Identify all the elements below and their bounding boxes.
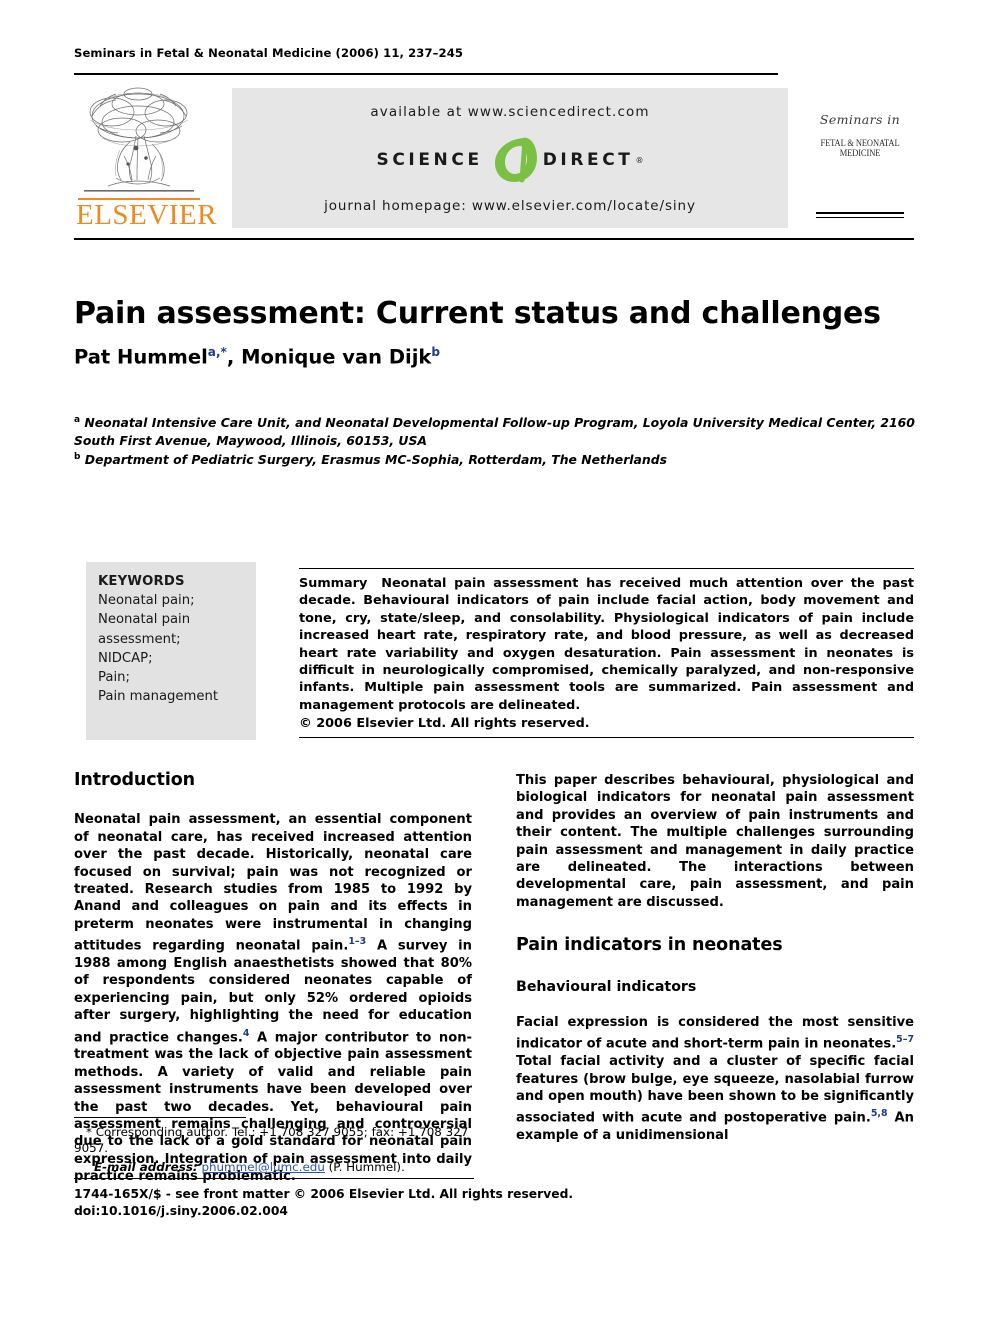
section-heading-pain-indicators: Pain indicators in neonates: [516, 935, 783, 956]
keyword-item: Pain;: [98, 670, 130, 686]
corresponding-author-note: * Corresponding author. Tel.: +1 708 327…: [74, 1125, 469, 1156]
affiliations: a Neonatal Intensive Care Unit, and Neon…: [74, 412, 934, 469]
bottom-rule: [74, 1178, 474, 1179]
keywords-heading: KEYWORDS: [98, 574, 185, 589]
front-matter-line: 1744-165X/$ - see front matter © 2006 El…: [74, 1187, 574, 1201]
keyword-item: Neonatal pain: [98, 612, 191, 628]
body-column-right: This paper describes behavioural, physio…: [516, 772, 914, 1145]
logo-direct-text: DIRECT: [542, 150, 634, 170]
affiliation-text-a: Neonatal Intensive Care Unit, and Neonat…: [74, 415, 915, 448]
available-at-text: available at www.sciencedirect.com: [370, 104, 650, 120]
footnote-rule: [74, 1117, 246, 1118]
cover-journal-title: FETAL & NEONATAL MEDICINE: [820, 138, 900, 158]
page-title: Pain assessment: Current status and chal…: [74, 296, 881, 332]
affiliation-mark-a: a: [74, 415, 81, 425]
elsevier-wordmark: ELSEVIER: [76, 199, 217, 231]
elsevier-tree-icon: [84, 87, 194, 192]
elsevier-logo: ELSEVIER: [74, 86, 217, 232]
journal-homepage-text: journal homepage: www.elsevier.com/locat…: [324, 198, 696, 214]
author-name-2: Monique van Dijk: [241, 345, 432, 369]
citation-ref: 1–3: [348, 936, 367, 948]
intro-paragraph-2: This paper describes behavioural, physio…: [516, 773, 914, 910]
cover-rule-upper: [816, 212, 904, 214]
keyword-item: Pain management: [98, 689, 218, 705]
journal-cover-thumbnail: Seminars in FETAL & NEONATAL MEDICINE: [804, 94, 916, 226]
running-head: Seminars in Fetal & Neonatal Medicine (2…: [74, 46, 464, 60]
header-rule: [74, 73, 778, 75]
author-name-1: Pat Hummel: [74, 345, 208, 369]
citation-ref: 5,8: [870, 1108, 888, 1120]
logo-science-text: SCIENCE: [376, 150, 483, 170]
email-note: E-mail address: phummel@lumc.edu (P. Hum…: [74, 1159, 474, 1175]
subsection-heading-behavioural: Behavioural indicators: [516, 978, 697, 995]
footnote-block: * Corresponding author. Tel.: +1 708 327…: [74, 1124, 474, 1175]
sciencedirect-logo: SCIENCE DIRECT ®: [232, 136, 788, 184]
abstract: Summary Neonatal pain assessment has rece…: [299, 575, 914, 733]
affiliation-text-b: Department of Pediatric Surgery, Erasmus…: [84, 452, 667, 468]
abstract-bottom-rule: [299, 737, 914, 738]
affiliation-a: a Neonatal Intensive Care Unit, and Neon…: [74, 412, 934, 449]
sciencedirect-d-icon: [489, 136, 541, 184]
abstract-copyright: © 2006 Elsevier Ltd. All rights reserved…: [299, 716, 590, 732]
masthead-bottom-rule: [74, 238, 914, 240]
section-heading-introduction: Introduction: [74, 770, 195, 790]
abstract-heading: Summary: [299, 576, 368, 591]
citation-ref: 5–7: [896, 1034, 914, 1046]
cover-rule-lower: [816, 217, 904, 218]
behav-text-a: Facial expression is considered the most…: [516, 1015, 914, 1052]
email-suffix: (P. Hummel).: [328, 1159, 405, 1174]
masthead: ELSEVIER available at www.sciencedirect.…: [74, 86, 914, 232]
keyword-item: assessment;: [98, 631, 181, 647]
author-list: Pat Hummela,*, Monique van Dijkb: [74, 345, 934, 369]
keyword-item: NIDCAP;: [98, 650, 153, 666]
behav-text-b: Total facial activity and a cluster of s…: [516, 1054, 914, 1126]
cover-script-text: Seminars in: [819, 112, 901, 127]
keywords-list: KEYWORDS Neonatal pain; Neonatal pain as…: [98, 572, 256, 706]
abstract-top-rule: [299, 568, 914, 569]
affiliation-b: b Department of Pediatric Surgery, Erasm…: [74, 449, 934, 469]
sciencedirect-banner: available at www.sciencedirect.com SCIEN…: [232, 88, 788, 228]
author-mark-1: a,*: [207, 345, 227, 359]
email-link[interactable]: phummel@lumc.edu: [201, 1160, 324, 1174]
bottom-matter: 1744-165X/$ - see front matter © 2006 El…: [74, 1186, 714, 1220]
doi-line: doi:10.1016/j.siny.2006.02.004: [74, 1204, 288, 1219]
keyword-item: Neonatal pain;: [98, 593, 195, 609]
email-label: E-mail address:: [94, 1159, 198, 1174]
author-mark-2: b: [431, 345, 441, 359]
intro-text-a: Neonatal pain assessment, an essential c…: [74, 812, 472, 954]
abstract-text: Neonatal pain assessment has received mu…: [299, 576, 914, 713]
affiliation-mark-b: b: [74, 452, 81, 463]
registered-mark: ®: [635, 155, 644, 165]
behavioural-paragraph: Facial expression is considered the most…: [516, 1014, 914, 1145]
author-separator: ,: [226, 345, 242, 369]
article-page: Seminars in Fetal & Neonatal Medicine (2…: [0, 0, 992, 1323]
